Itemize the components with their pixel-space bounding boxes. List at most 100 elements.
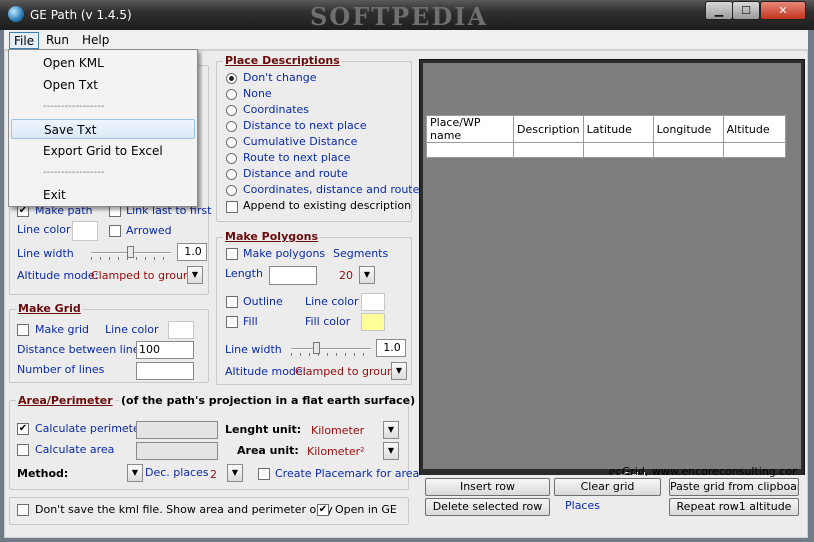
- places-grid[interactable]: Place/WP name Description Latitude Longi…: [426, 115, 786, 158]
- grid-cell[interactable]: [582, 142, 654, 158]
- radio-distance-route[interactable]: [226, 169, 237, 180]
- close-button[interactable]: ✕: [760, 1, 806, 20]
- calc-area-label: Calculate area: [35, 443, 115, 456]
- grid-cell[interactable]: [652, 142, 724, 158]
- menu-run[interactable]: Run: [42, 32, 73, 49]
- dont-save-kml-checkbox[interactable]: [17, 504, 29, 516]
- menu-file[interactable]: File: [9, 32, 40, 49]
- segments-dropdown-icon[interactable]: ▼: [359, 266, 375, 284]
- dec-places-dropdown-icon[interactable]: ▼: [227, 464, 243, 482]
- grid-number-input[interactable]: [136, 362, 194, 380]
- radio-distance-next[interactable]: [226, 121, 237, 132]
- create-placemark-label: Create Placemark for area: [275, 467, 420, 480]
- menu-item-exit[interactable]: Exit: [11, 185, 195, 205]
- fill-checkbox[interactable]: [226, 316, 238, 328]
- window-title: GE Path (v 1.4.5): [30, 8, 132, 22]
- grid-line-color-swatch[interactable]: [168, 321, 194, 339]
- calc-area-checkbox[interactable]: [17, 444, 29, 456]
- arrowed-checkbox[interactable]: [109, 225, 121, 237]
- area-unit-label: Area unit:: [237, 444, 299, 457]
- insert-row-button[interactable]: Insert row: [425, 478, 550, 496]
- title-bar: GE Path (v 1.4.5) SOFTPEDIA ▁ ☐ ✕: [0, 0, 814, 31]
- places-label: Places: [565, 499, 600, 512]
- column-header[interactable]: Description: [513, 115, 584, 143]
- area-result-field: [136, 442, 218, 460]
- method-dropdown-icon[interactable]: ▼: [127, 464, 143, 482]
- area-perimeter-subtitle: (of the path's projection in a flat eart…: [119, 394, 418, 407]
- maximize-button[interactable]: ☐: [732, 1, 760, 20]
- radio-cumulative-distance[interactable]: [226, 137, 237, 148]
- option-coordinates: Coordinates: [243, 103, 310, 116]
- menu-item-open-txt[interactable]: Open Txt: [11, 75, 195, 95]
- outline-checkbox[interactable]: [226, 296, 238, 308]
- outline-label: Outline: [243, 295, 283, 308]
- menu-help[interactable]: Help: [78, 32, 113, 49]
- grid-cell[interactable]: [722, 142, 786, 158]
- make-polygons-title: Make Polygons: [223, 230, 321, 243]
- append-description-label: Append to existing description: [243, 199, 412, 212]
- length-unit-label: Lenght unit:: [225, 423, 302, 436]
- path-line-width-slider[interactable]: [91, 246, 171, 260]
- make-polygons-checkbox[interactable]: [226, 248, 238, 260]
- grid-area[interactable]: Place/WP name Description Latitude Longi…: [423, 63, 801, 469]
- length-unit-dropdown-icon[interactable]: ▼: [383, 421, 399, 439]
- option-cumulative-distance: Cumulative Distance: [243, 135, 358, 148]
- option-route-next: Route to next place: [243, 151, 351, 164]
- grid-cell[interactable]: [513, 142, 584, 158]
- path-altitude-mode-value[interactable]: Clamped to ground: [91, 269, 197, 282]
- option-distance-route: Distance and route: [243, 167, 348, 180]
- open-in-ge-label: Open in GE: [335, 503, 397, 516]
- menu-item-export-excel[interactable]: Export Grid to Excel: [11, 141, 195, 161]
- radio-dont-change[interactable]: [226, 73, 237, 84]
- delete-row-button[interactable]: Delete selected row: [425, 498, 550, 516]
- polygon-length-input[interactable]: [269, 266, 317, 285]
- create-placemark-checkbox[interactable]: [258, 468, 270, 480]
- column-header[interactable]: Altitude: [722, 115, 786, 143]
- radio-coordinates[interactable]: [226, 105, 237, 116]
- fill-color-swatch[interactable]: [361, 313, 385, 331]
- polygon-altitude-dropdown-icon[interactable]: ▼: [391, 362, 407, 380]
- radio-none[interactable]: [226, 89, 237, 100]
- polygon-line-width-value[interactable]: 1.0: [376, 339, 406, 357]
- column-header[interactable]: Place/WP name: [426, 115, 514, 143]
- append-description-checkbox[interactable]: [226, 201, 238, 213]
- polygon-length-label: Length: [225, 267, 263, 280]
- grid-line-color-label: Line color: [105, 323, 159, 336]
- menu-bar: File Run Help: [4, 30, 808, 50]
- segments-label: Segments: [333, 247, 389, 260]
- length-unit-value[interactable]: Kilometer: [311, 424, 364, 437]
- polygon-altitude-mode-value[interactable]: Clamped to ground: [295, 365, 401, 378]
- dec-places-value[interactable]: 2: [210, 468, 217, 481]
- fill-color-label: Fill color: [305, 315, 351, 328]
- polygon-line-width-label: Line width: [225, 343, 282, 356]
- calc-perimeter-checkbox[interactable]: ✔: [17, 423, 29, 435]
- path-altitude-mode-label: Altitude mode:: [17, 269, 99, 282]
- path-line-width-value[interactable]: 1.0: [177, 243, 207, 261]
- open-in-ge-checkbox[interactable]: ✔: [317, 504, 329, 516]
- paste-grid-button[interactable]: Paste grid from clipboard: [669, 478, 799, 496]
- segments-value[interactable]: 20: [339, 269, 353, 282]
- area-unit-dropdown-icon[interactable]: ▼: [383, 442, 399, 460]
- menu-item-open-kml[interactable]: Open KML: [11, 53, 195, 73]
- path-altitude-dropdown-icon[interactable]: ▼: [187, 266, 203, 284]
- table-row[interactable]: [426, 142, 786, 158]
- clear-grid-button[interactable]: Clear grid: [554, 478, 661, 496]
- area-unit-value[interactable]: Kilometer²: [307, 445, 365, 458]
- minimize-button[interactable]: ▁: [705, 1, 733, 20]
- path-line-color-swatch[interactable]: [72, 221, 98, 241]
- option-dont-change: Don't change: [243, 71, 317, 84]
- menu-item-save-txt[interactable]: Save Txt: [11, 119, 195, 139]
- polygon-line-width-slider[interactable]: [291, 342, 371, 356]
- make-grid-checkbox[interactable]: [17, 324, 29, 336]
- column-header[interactable]: Longitude: [652, 115, 724, 143]
- polygon-line-color-swatch[interactable]: [361, 293, 385, 311]
- grid-distance-input[interactable]: 100: [136, 341, 194, 359]
- menu-separator: -----------------: [43, 167, 105, 178]
- radio-coord-distance-route[interactable]: [226, 185, 237, 196]
- repeat-altitude-button[interactable]: Repeat row1 altitude: [669, 498, 799, 516]
- globe-app-icon: [8, 6, 24, 22]
- file-menu-dropdown: Open KML Open Txt ----------------- Save…: [8, 49, 198, 207]
- grid-cell[interactable]: [426, 142, 514, 158]
- radio-route-next[interactable]: [226, 153, 237, 164]
- column-header[interactable]: Latitude: [582, 115, 654, 143]
